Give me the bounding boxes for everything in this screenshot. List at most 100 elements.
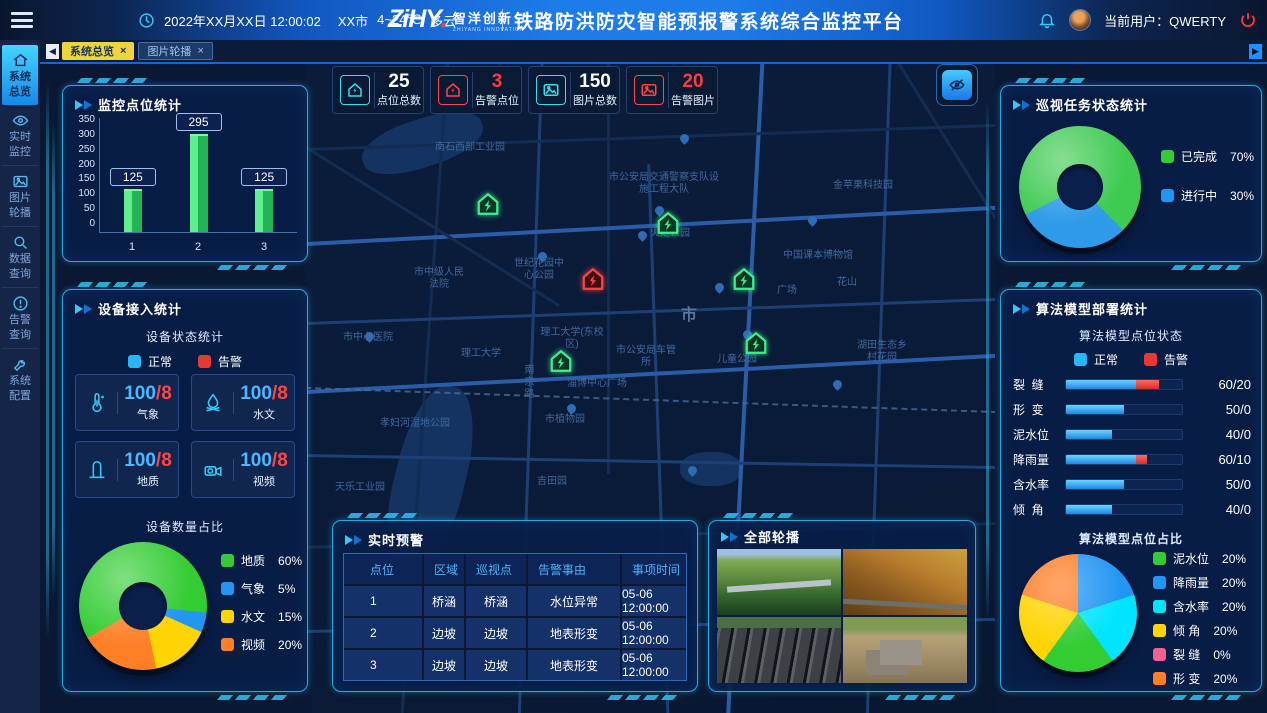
- title-divider: [502, 9, 503, 31]
- map-poi: [636, 229, 649, 242]
- house-bolt-marker-normal[interactable]: [731, 266, 757, 292]
- header: 2022年XX月XX日 12:00:02 XX市 4~24℃ 多云 ZiHY. …: [0, 0, 1267, 40]
- map-label: 中国课本博物馆: [783, 250, 853, 262]
- avatar[interactable]: [1069, 9, 1091, 31]
- tab-image-carousel[interactable]: 图片轮播 ×: [138, 42, 212, 60]
- stat-label: 点位总数: [375, 92, 423, 108]
- device-status-subtitle: 设备状态统计: [63, 328, 307, 345]
- map-poi: [713, 281, 726, 294]
- house-bolt-marker-normal[interactable]: [475, 191, 501, 217]
- sidebar-item-data-query[interactable]: 数据查询: [2, 227, 38, 288]
- water-drop-icon: [192, 392, 234, 414]
- device-card-weather[interactable]: 100/8 气象: [75, 374, 179, 431]
- search-icon: [12, 234, 29, 251]
- close-icon[interactable]: ×: [120, 45, 126, 57]
- carousel-image-2[interactable]: [843, 549, 967, 615]
- house-bolt-marker-alarm[interactable]: [580, 266, 606, 292]
- sidebar-item-live-monitor[interactable]: 实时监控: [2, 105, 38, 166]
- algorithm-status-subtitle: 算法模型点位状态: [1001, 327, 1261, 344]
- bar-value-label: 125: [241, 168, 287, 186]
- sidebar-item-image-carousel[interactable]: 图片轮播: [2, 166, 38, 227]
- panel-decoration: [986, 100, 989, 620]
- panel-title: 监控点位统计: [98, 95, 182, 114]
- stat-card-alarm-points[interactable]: 3 告警点位: [430, 66, 522, 114]
- thermometer-icon: [76, 392, 118, 414]
- map-road: [607, 64, 610, 474]
- legend-swatch-normal: [1074, 353, 1087, 366]
- sidebar: 系统总览 实时监控 图片轮播 数据查询 告警查询 系统配置: [0, 40, 40, 713]
- panel-title: 实时预警: [368, 530, 424, 549]
- wrench-icon: [12, 356, 29, 373]
- map-label: 淄博中心广场: [567, 378, 627, 390]
- tabs-scroll-right[interactable]: ▶: [1249, 44, 1262, 59]
- page-title: 铁路防洪防灾智能预报警系统综合监控平台: [514, 0, 904, 40]
- chevron-right-icon: [721, 532, 729, 542]
- hbar-row: 泥水位 40/0: [1013, 422, 1251, 447]
- device-card-geology[interactable]: 100/8 地质: [75, 441, 179, 498]
- logo: ZiHY. 智洋创新 ZHIYANG INNOVATION: [388, 5, 525, 33]
- house-bolt-marker-normal[interactable]: [548, 348, 574, 374]
- panel-decoration: [46, 80, 49, 640]
- stat-card-total-images[interactable]: 150 图片总数: [528, 66, 620, 114]
- tabs-scroll-left[interactable]: ◀: [46, 44, 59, 59]
- header-datetime: 2022年XX月XX日 12:00:02: [164, 11, 321, 30]
- hamburger-icon[interactable]: [11, 12, 33, 28]
- map-poi: [831, 378, 844, 391]
- panel-title: 算法模型部署统计: [1036, 299, 1148, 318]
- alert-icon: [12, 295, 29, 312]
- carousel-image-1[interactable]: [717, 549, 841, 615]
- clock-icon: [138, 12, 155, 29]
- dashboard: 2022年XX月XX日 12:00:02 XX市 4~24℃ 多云 ZiHY. …: [0, 0, 1267, 713]
- stat-label: 图片总数: [571, 92, 619, 108]
- device-card-video[interactable]: 100/8 视频: [191, 441, 295, 498]
- sidebar-item-system-overview[interactable]: 系统总览: [2, 45, 38, 105]
- map-visibility-toggle[interactable]: [936, 64, 978, 106]
- map-label: 市公安局交通警察支队设施工程大队: [605, 172, 723, 196]
- hbar-row: 裂 缝 60/20: [1013, 372, 1251, 397]
- tab-system-overview[interactable]: 系统总览 ×: [62, 42, 134, 60]
- house-bolt-marker-normal[interactable]: [743, 330, 769, 356]
- hbar-row: 含水率 50/0: [1013, 472, 1251, 497]
- logo-text: ZiHY: [388, 5, 441, 33]
- power-icon[interactable]: [1239, 11, 1257, 29]
- map-label-city: 市: [681, 310, 697, 322]
- stat-card-total-points[interactable]: 25 点位总数: [332, 66, 424, 114]
- map-label: 理工大学: [461, 348, 501, 360]
- device-card-hydrology[interactable]: 100/8 水文: [191, 374, 295, 431]
- sidebar-item-alarm-query[interactable]: 告警查询: [2, 288, 38, 349]
- device-ratio-donut-chart: [79, 542, 207, 670]
- device-ratio-title: 设备数量占比: [63, 518, 307, 535]
- map-label: 市植物园: [545, 414, 585, 426]
- map-railway: [305, 387, 995, 413]
- bell-icon[interactable]: [1038, 11, 1056, 29]
- house-bolt-marker-normal[interactable]: [655, 210, 681, 236]
- house-icon: [340, 75, 370, 105]
- close-icon[interactable]: ×: [197, 45, 203, 57]
- hbar-row: 降雨量 60/10: [1013, 447, 1251, 472]
- table-row[interactable]: 1桥涵 桥涵水位异常 05-06 12:00:00: [344, 586, 686, 616]
- map-label: 市中心医院: [343, 332, 393, 344]
- carousel-image-4[interactable]: [843, 617, 967, 683]
- stat-label: 告警点位: [473, 92, 521, 108]
- hbar-row: 倾 角 40/0: [1013, 497, 1251, 522]
- bar: [255, 191, 273, 232]
- tab-bar: ◀ 系统总览 × 图片轮播 × ▶: [40, 40, 1267, 64]
- panel-title: 设备接入统计: [98, 299, 182, 318]
- stat-value: 20: [669, 72, 717, 92]
- table-row[interactable]: 3边坡 边坡地表形变 05-06 12:00:00: [344, 650, 686, 680]
- map-label: 市中级人民法院: [413, 267, 465, 291]
- bar-value-label: 295: [176, 113, 222, 131]
- sidebar-item-system-config[interactable]: 系统配置: [2, 349, 38, 409]
- chevron-right-icon: [1013, 304, 1021, 314]
- eye-icon: [12, 112, 29, 129]
- bar: [190, 136, 208, 232]
- stat-card-alarm-images[interactable]: 20 告警图片: [626, 66, 718, 114]
- map-label: 孝妇河湿地公园: [380, 418, 450, 430]
- panel-device-access: 设备接入统计 设备状态统计 正常 告警 100/8 气象 100/8 水文: [62, 289, 308, 692]
- table-row[interactable]: 2边坡 边坡地表形变 05-06 12:00:00: [344, 618, 686, 648]
- map-label: 金苹果科技园: [833, 180, 893, 192]
- carousel-image-3[interactable]: [717, 617, 841, 683]
- chevron-right-icon: [1013, 100, 1021, 110]
- bar-chart: 350300 250200 150100 500 125 295 125: [71, 118, 297, 233]
- map-label: 世纪花园中心公园: [510, 258, 568, 282]
